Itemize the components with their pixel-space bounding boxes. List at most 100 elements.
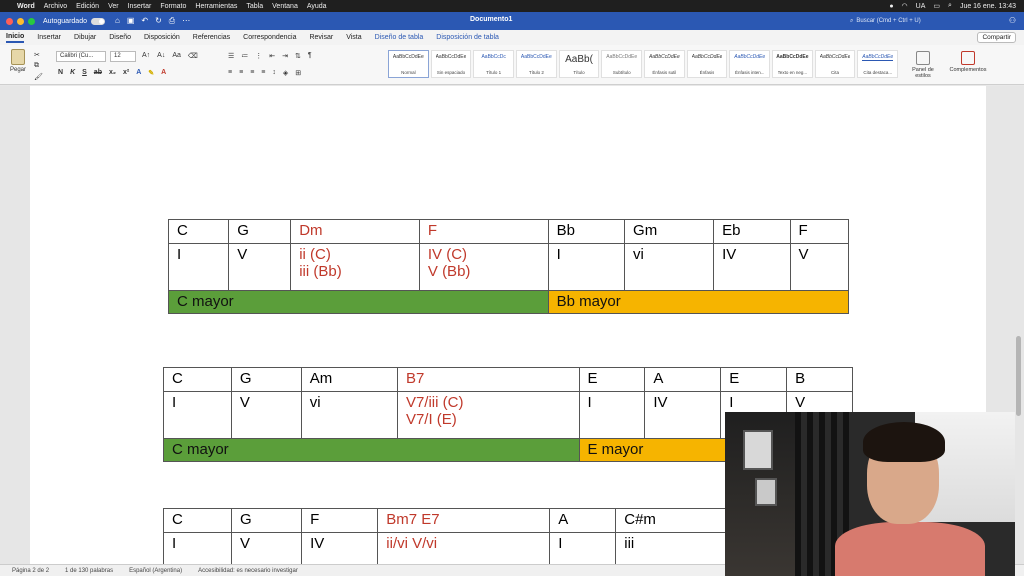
style-enfasis-sutil[interactable]: AaBbCcDdEe Énfasis sutil bbox=[644, 50, 685, 78]
grow-font-icon[interactable]: A↑ bbox=[142, 52, 150, 60]
degree-cell[interactable]: I bbox=[162, 532, 233, 564]
chord-cell[interactable]: B bbox=[786, 367, 853, 392]
bold-icon[interactable]: N bbox=[58, 69, 63, 77]
degree-cell[interactable]: iii bbox=[615, 532, 736, 564]
page-count[interactable]: Página 2 de 2 bbox=[12, 568, 49, 574]
style-normal[interactable]: AaBbCcDdEe Normal bbox=[388, 50, 429, 78]
strikethrough-icon[interactable]: ab bbox=[94, 69, 102, 77]
search-field[interactable]: ⌕ Buscar (Cmd + Ctrl + U) bbox=[850, 15, 990, 27]
chord-cell[interactable]: B7 bbox=[396, 367, 580, 392]
tab-revisar[interactable]: Revisar bbox=[309, 34, 333, 41]
save-icon[interactable]: ▣ bbox=[127, 16, 135, 26]
degree-cell[interactable]: I bbox=[163, 391, 232, 439]
degree-cell[interactable]: ii/vi V/vi bbox=[377, 532, 551, 564]
align-left-icon[interactable]: ≡ bbox=[228, 69, 232, 77]
language-status[interactable]: Español (Argentina) bbox=[129, 568, 182, 574]
degree-cell[interactable]: I bbox=[578, 391, 646, 439]
italic-icon[interactable]: K bbox=[70, 69, 75, 77]
menu-insertar[interactable]: Insertar bbox=[128, 3, 152, 10]
chord-cell[interactable]: Bb bbox=[547, 219, 626, 244]
menu-ver[interactable]: Ver bbox=[108, 3, 119, 10]
search-menu-icon[interactable]: ⌕ bbox=[948, 2, 952, 10]
shading-icon[interactable]: ◈ bbox=[283, 69, 288, 77]
degree-cell[interactable]: IV (C) V (Bb) bbox=[418, 243, 549, 291]
chord-cell[interactable]: A bbox=[644, 367, 722, 392]
degree-cell[interactable]: V bbox=[789, 243, 850, 291]
tab-dibujar[interactable]: Dibujar bbox=[74, 34, 96, 41]
chord-cell[interactable]: G bbox=[230, 367, 302, 392]
decrease-indent-icon[interactable]: ⇤ bbox=[269, 52, 275, 60]
undo-icon[interactable]: ↶ bbox=[141, 16, 148, 26]
font-size-select[interactable]: 12 bbox=[110, 51, 136, 62]
paste-button[interactable]: Pegar bbox=[8, 49, 28, 73]
chord-cell[interactable]: Bm7 E7 bbox=[377, 508, 551, 533]
style-titulo-1[interactable]: AaBbCcDc Título 1 bbox=[473, 50, 515, 78]
degree-cell[interactable]: V bbox=[228, 243, 292, 291]
menu-app-name[interactable]: Word bbox=[17, 3, 35, 10]
tab-disposicion-de-tabla[interactable]: Disposición de tabla bbox=[436, 34, 499, 41]
style-cita-destacada[interactable]: AaBbCcDdEe Cita destaca... bbox=[857, 50, 899, 78]
tab-insertar[interactable]: Insertar bbox=[37, 34, 61, 41]
menu-ventana[interactable]: Ventana bbox=[272, 3, 298, 10]
tab-vista[interactable]: Vista bbox=[346, 34, 361, 41]
chord-cell[interactable]: F bbox=[789, 219, 850, 244]
shrink-font-icon[interactable]: A↓ bbox=[157, 52, 165, 60]
chord-cell[interactable]: C#m bbox=[615, 508, 736, 533]
superscript-icon[interactable]: x² bbox=[123, 69, 129, 77]
zoom-window-button[interactable] bbox=[28, 17, 35, 25]
key-cell-left[interactable]: C mayor bbox=[163, 438, 580, 462]
justify-icon[interactable]: ≡ bbox=[261, 69, 265, 77]
show-marks-icon[interactable]: ¶ bbox=[308, 52, 312, 60]
tab-diseno-de-tabla[interactable]: Diseño de tabla bbox=[375, 34, 424, 41]
chord-cell[interactable]: E bbox=[720, 367, 788, 392]
cut-icon[interactable]: ✂ bbox=[34, 51, 43, 59]
key-cell-right[interactable]: Bb mayor bbox=[547, 290, 850, 314]
copy-icon[interactable]: ⧉ bbox=[34, 62, 43, 70]
style-cita[interactable]: AaBbCcDdEe Cita bbox=[814, 50, 856, 78]
more-icon[interactable]: ⋯ bbox=[182, 16, 190, 26]
chord-cell[interactable]: F bbox=[301, 508, 379, 533]
format-painter-icon[interactable]: 🖌 bbox=[34, 73, 43, 81]
degree-cell[interactable]: IV bbox=[713, 243, 791, 291]
autosave-toggle[interactable] bbox=[90, 17, 105, 25]
font-name-select[interactable]: Calibri (Cu... bbox=[56, 51, 106, 62]
chord-cell[interactable]: Dm bbox=[290, 219, 420, 244]
record-icon[interactable]: ● bbox=[889, 3, 893, 10]
clear-format-icon[interactable]: ⌫ bbox=[188, 52, 198, 60]
degree-cell[interactable]: IV bbox=[301, 532, 379, 564]
align-right-icon[interactable]: ≡ bbox=[250, 69, 254, 77]
print-icon[interactable]: ⎙ bbox=[169, 16, 175, 26]
chord-cell[interactable]: F bbox=[418, 219, 549, 244]
degree-cell[interactable]: ii (C) iii (Bb) bbox=[290, 243, 420, 291]
datetime[interactable]: Jue 16 ene. 13:43 bbox=[960, 3, 1016, 10]
chord-cell[interactable]: C bbox=[167, 219, 230, 244]
multilevel-icon[interactable]: ⋮ bbox=[255, 52, 262, 60]
style-subtitulo[interactable]: AaBbCcDdEe Subtítulo bbox=[601, 50, 643, 78]
input-lang[interactable]: UA bbox=[916, 3, 926, 10]
degree-cell[interactable]: V bbox=[231, 532, 303, 564]
degree-cell[interactable]: vi bbox=[300, 391, 398, 439]
word-count[interactable]: 1 de 130 palabras bbox=[65, 568, 113, 574]
addins-button[interactable]: Complementos bbox=[946, 51, 990, 73]
tab-disposicion[interactable]: Disposición bbox=[144, 34, 180, 41]
vertical-scrollbar[interactable] bbox=[1016, 336, 1021, 416]
underline-icon[interactable]: S bbox=[82, 69, 87, 77]
share-button[interactable]: Compartir bbox=[977, 32, 1016, 43]
tab-correspondencia[interactable]: Correspondencia bbox=[243, 34, 296, 41]
style-sin-espaciado[interactable]: AaBbCcDdEe Sin espaciado bbox=[430, 50, 472, 78]
style-titulo[interactable]: AaBb(Título bbox=[558, 50, 600, 78]
text-effects-icon[interactable]: A bbox=[136, 69, 141, 77]
key-cell-left[interactable]: C mayor bbox=[168, 290, 549, 314]
style-enfasis[interactable]: AaBbCcDdEe Énfasis bbox=[686, 50, 728, 78]
styles-pane-button[interactable]: Panel de estilos bbox=[908, 51, 938, 79]
battery-icon[interactable]: ▭ bbox=[933, 2, 940, 10]
style-enfasis-intenso[interactable]: AaBbCcDdEe Énfasis inten... bbox=[729, 50, 771, 78]
degree-cell[interactable]: V7/iii (C) V7/I (E) bbox=[396, 391, 580, 439]
increase-indent-icon[interactable]: ⇥ bbox=[282, 52, 288, 60]
highlight-icon[interactable]: ✎ bbox=[148, 69, 154, 77]
align-center-icon[interactable]: ≡ bbox=[239, 69, 243, 77]
subscript-icon[interactable]: x₂ bbox=[109, 69, 116, 77]
chord-cell[interactable]: Gm bbox=[624, 219, 715, 244]
chord-cell[interactable]: C bbox=[162, 508, 233, 533]
menu-archivo[interactable]: Archivo bbox=[44, 3, 67, 10]
